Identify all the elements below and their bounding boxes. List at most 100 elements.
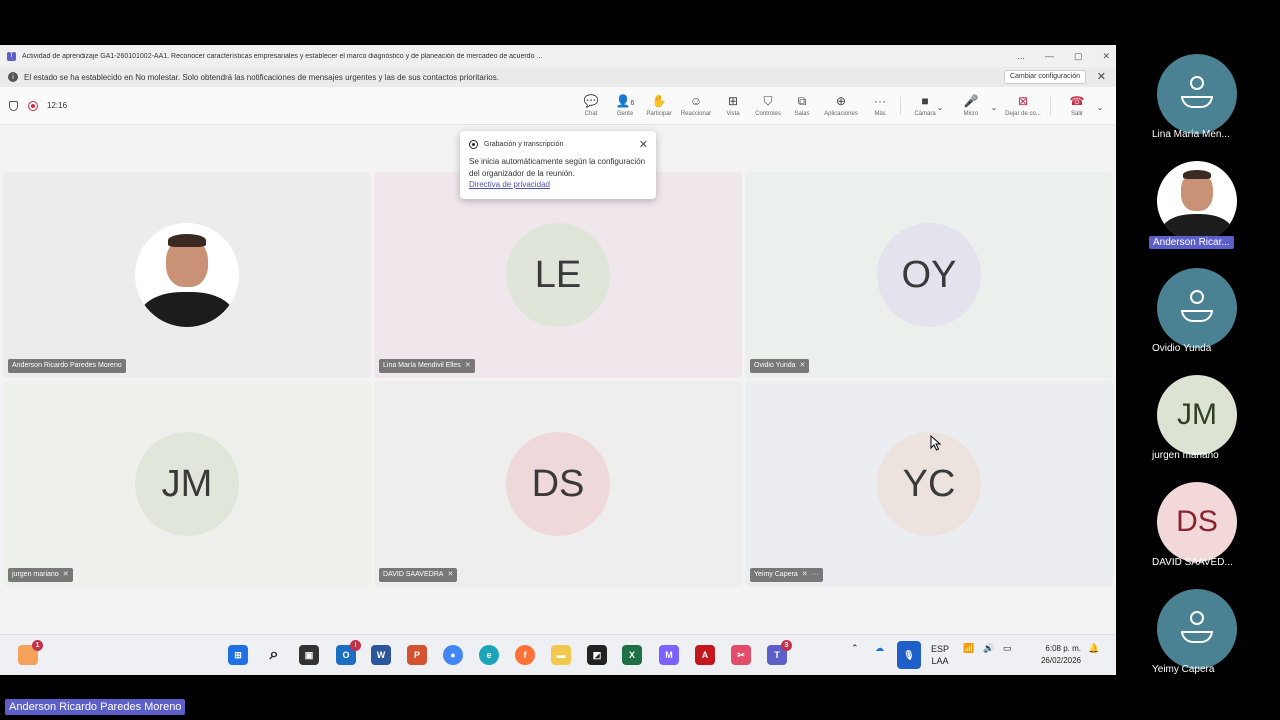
- side-participant[interactable]: Anderson Ricar...: [1140, 157, 1270, 257]
- participant-name-tag: Yeimy Capera ✕ ···: [750, 568, 823, 582]
- more-icon: ···: [811, 571, 819, 578]
- chevron-down-icon: ⌄: [936, 103, 944, 112]
- avatar: DS: [1157, 482, 1237, 562]
- current-speaker-tag: Anderson Ricardo Paredes Moreno: [5, 699, 186, 715]
- mic-off-icon: ✕: [801, 571, 808, 578]
- privacy-policy-link[interactable]: Directiva de privacidad: [469, 180, 647, 189]
- participant-tile[interactable]: Anderson Ricardo Paredes Moreno: [3, 172, 371, 378]
- excel-icon[interactable]: X: [622, 645, 642, 665]
- leave-options-chevron[interactable]: ⌄: [1090, 100, 1110, 115]
- notice-text: El estado se ha establecido en No molest…: [24, 72, 499, 82]
- rooms-icon: ⧉: [797, 94, 807, 108]
- view-button[interactable]: ⊞ Vista: [713, 94, 753, 117]
- participant-name-tag: Lina María Mendivil Elles ✕: [379, 359, 475, 373]
- emoji-icon: ☺: [689, 94, 703, 108]
- sticky-notes-icon[interactable]: ◩: [587, 645, 607, 665]
- side-participant[interactable]: DS DAVID SAAVED...: [1140, 478, 1270, 578]
- avatar: [1157, 589, 1237, 669]
- battery-icon[interactable]: ▭: [1003, 643, 1012, 654]
- info-icon: i: [8, 72, 18, 82]
- close-button[interactable]: ✕: [1102, 51, 1110, 62]
- maximize-button[interactable]: ▢: [1074, 51, 1083, 62]
- mic-off-icon: ✕: [62, 571, 69, 578]
- more-options-button[interactable]: ...: [1017, 51, 1025, 61]
- participant-name: Yeimy Capera: [1152, 664, 1215, 675]
- task-view-icon[interactable]: ▣: [299, 645, 319, 665]
- search-icon[interactable]: ⌕: [264, 645, 284, 665]
- toolbar-divider: [900, 97, 901, 115]
- raise-hand-icon: ✋: [651, 94, 667, 108]
- shield-icon: ⛉: [763, 94, 773, 108]
- person-icon: [1179, 74, 1215, 114]
- change-settings-button[interactable]: Cambiar configuración: [1003, 70, 1086, 84]
- chrome-icon[interactable]: ●: [443, 645, 463, 665]
- security-icon: [9, 101, 18, 111]
- outlook-icon[interactable]: O!: [336, 640, 361, 665]
- meeting-toolbar: 12:16 💬 Chat 👤6 Gente ✋ Participar ☺ Rea…: [0, 87, 1116, 125]
- side-participant[interactable]: Ovidio Yunda: [1140, 264, 1270, 364]
- window-title: Actividad de aprendizaje GA1-260101002-A…: [22, 52, 543, 60]
- file-explorer-icon[interactable]: ▬: [551, 645, 571, 665]
- hangup-icon: ☎: [1069, 94, 1085, 108]
- dismiss-notice-icon[interactable]: ✕: [1097, 70, 1106, 83]
- more-button[interactable]: ··· Más: [860, 94, 900, 117]
- word-icon[interactable]: W: [371, 645, 391, 665]
- participant-tile[interactable]: DS DAVID SAAVEDRA ✕: [374, 381, 742, 587]
- stop-share-icon: ⊠: [1017, 94, 1029, 108]
- volume-icon[interactable]: 🔊: [983, 643, 994, 654]
- language-indicator[interactable]: ESP LAA: [931, 643, 949, 667]
- chat-icon: 💬: [583, 94, 599, 108]
- wifi-icon[interactable]: 📶: [963, 643, 974, 654]
- recording-popup: Grabación y transcripción Se inicia auto…: [460, 131, 656, 199]
- avatar: DS: [506, 432, 610, 536]
- participant-name-tag: Ovidio Yunda ✕: [750, 359, 810, 373]
- side-participant[interactable]: Yeimy Capera: [1140, 585, 1270, 685]
- firefox-icon[interactable]: f: [515, 645, 535, 665]
- participant-tile[interactable]: YC Yeimy Capera ✕ ···: [745, 381, 1113, 587]
- system-clock[interactable]: 6:08 p. m. 26/02/2026: [1041, 643, 1081, 667]
- microphone-in-use-icon[interactable]: 🎙: [897, 641, 921, 669]
- camera-options-chevron[interactable]: ⌄: [930, 100, 950, 115]
- raise-hand-button[interactable]: ✋ Participar: [639, 94, 679, 117]
- start-icon[interactable]: ⊞: [228, 645, 248, 665]
- participant-tile[interactable]: LE Lina María Mendivil Elles ✕: [374, 172, 742, 378]
- teams-icon[interactable]: T3: [767, 640, 792, 665]
- powerpoint-icon[interactable]: P: [407, 645, 427, 665]
- react-button[interactable]: ☺ Reaccionar: [676, 94, 716, 117]
- onedrive-icon[interactable]: ☁: [875, 643, 884, 654]
- mic-off-icon: ✕: [447, 571, 454, 578]
- acrobat-icon[interactable]: A: [695, 645, 715, 665]
- teams-logo-icon: T: [7, 51, 16, 61]
- apps-button[interactable]: ⊕ Aplicaciones: [821, 94, 861, 117]
- notifications-icon[interactable]: 🔔: [1088, 643, 1099, 654]
- show-hidden-icons-chevron[interactable]: ⌃: [851, 643, 859, 654]
- grid-icon: ⊞: [727, 94, 739, 108]
- chevron-down-icon: ⌄: [990, 103, 998, 112]
- m365-icon[interactable]: M: [659, 645, 679, 665]
- rooms-button[interactable]: ⧉ Salas: [782, 94, 822, 117]
- participant-name: Lina María Men...: [1152, 129, 1230, 140]
- mic-options-chevron[interactable]: ⌄: [984, 100, 1004, 115]
- participant-tile[interactable]: JM jurgen mariano ✕: [3, 381, 371, 587]
- chevron-down-icon: ⌄: [1096, 103, 1104, 112]
- avatar: [1157, 161, 1237, 241]
- stop-sharing-button[interactable]: ⊠ Dejar de co...: [1003, 94, 1043, 117]
- participant-name-tag: Anderson Ricardo Paredes Moreno: [8, 359, 126, 373]
- edge-icon[interactable]: e: [479, 645, 499, 665]
- popup-title: Grabación y transcripción: [484, 141, 564, 148]
- minimize-button[interactable]: —: [1045, 51, 1054, 61]
- close-icon[interactable]: ✕: [639, 138, 648, 151]
- side-participant[interactable]: Lina María Men...: [1140, 50, 1270, 150]
- avatar: JM: [135, 432, 239, 536]
- participant-tile[interactable]: OY Ovidio Yunda ✕: [745, 172, 1113, 378]
- avatar: JM: [1157, 375, 1237, 455]
- video-stage: Anderson Ricardo Paredes Moreno LE Lina …: [0, 126, 1116, 634]
- weather-widget-icon[interactable]: 1: [18, 640, 43, 665]
- side-participant[interactable]: JM jurgen mariano: [1140, 371, 1270, 471]
- dnd-notice-bar: i El estado se ha establecido en No mole…: [0, 67, 1116, 87]
- toolbar-divider: [1050, 97, 1051, 115]
- snipping-tool-icon[interactable]: ✂: [731, 645, 751, 665]
- plus-icon: ⊕: [835, 94, 847, 108]
- participant-name: DAVID SAAVED...: [1152, 557, 1233, 568]
- participant-name-tag: jurgen mariano ✕: [8, 568, 73, 582]
